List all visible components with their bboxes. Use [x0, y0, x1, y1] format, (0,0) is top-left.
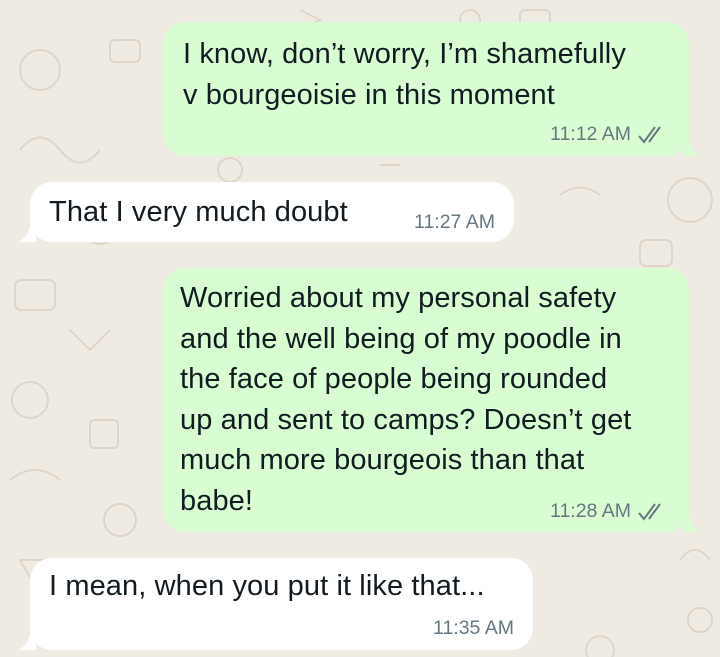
- bubble-tail: [18, 624, 36, 650]
- message-text: I know, don’t worry, I’m shamefully v bo…: [183, 38, 626, 111]
- message-text: Worried about my personal safety and the…: [180, 282, 632, 517]
- message-bubble-outgoing[interactable]: Worried about my personal safety and the…: [163, 268, 689, 532]
- bubble-tail: [683, 130, 701, 156]
- message-text: I mean, when you put it like that...: [49, 570, 485, 602]
- message-timestamp: 11:35 AM: [433, 617, 514, 639]
- bubble-tail: [18, 216, 36, 242]
- message-meta: 11:27 AM: [414, 211, 495, 234]
- message-timestamp: 11:28 AM: [550, 500, 631, 522]
- double-check-icon: [637, 502, 667, 522]
- bubble-tail: [683, 506, 701, 532]
- message-bubble-outgoing[interactable]: I know, don’t worry, I’m shamefully v bo…: [163, 22, 689, 156]
- message-timestamp: 11:12 AM: [550, 123, 631, 145]
- message-meta: 11:35 AM: [433, 617, 514, 640]
- message-text: That I very much doubt: [49, 196, 348, 228]
- message-meta: 11:12 AM: [550, 123, 667, 146]
- message-bubble-incoming[interactable]: I mean, when you put it like that... 11:…: [30, 558, 533, 650]
- message-bubble-incoming[interactable]: That I very much doubt 11:27 AM: [30, 182, 514, 242]
- double-check-icon: [637, 125, 667, 145]
- message-meta: 11:28 AM: [550, 500, 667, 523]
- message-timestamp: 11:27 AM: [414, 211, 495, 233]
